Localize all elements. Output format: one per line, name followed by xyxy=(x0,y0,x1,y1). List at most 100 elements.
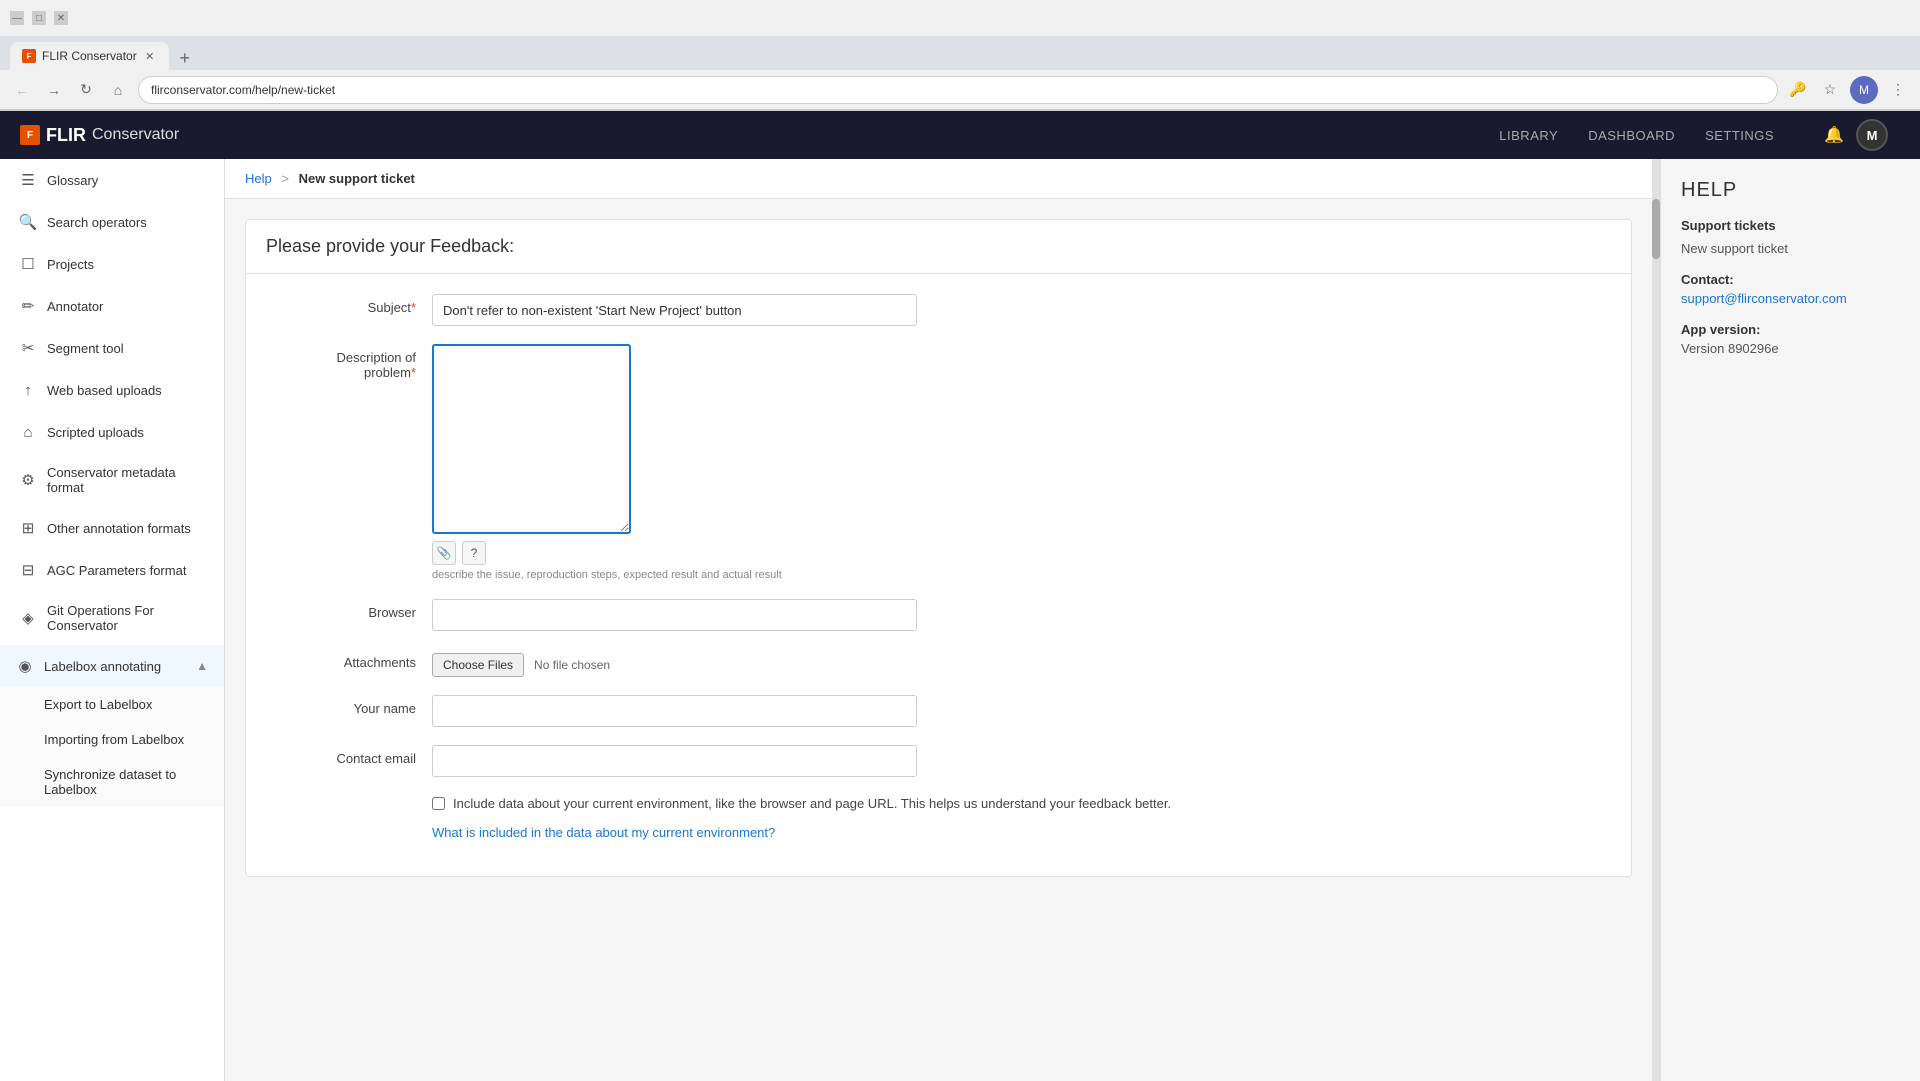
sidebar-item-annotator-label: Annotator xyxy=(47,299,103,314)
help-new-ticket-link[interactable]: New support ticket xyxy=(1681,241,1900,256)
close-tab-icon[interactable]: ✕ xyxy=(143,49,157,63)
sidebar-item-web-uploads[interactable]: ↑ Web based uploads xyxy=(0,369,224,411)
no-file-text: No file chosen xyxy=(534,658,610,672)
sidebar-item-agc-parameters-label: AGC Parameters format xyxy=(47,563,186,578)
new-tab-button[interactable]: + xyxy=(173,46,197,70)
environment-checkbox-row: Include data about your current environm… xyxy=(432,795,1601,813)
sidebar-item-search-operators-label: Search operators xyxy=(47,215,147,230)
minimize-button[interactable]: — xyxy=(10,11,24,25)
nav-right: 🔔 M xyxy=(1824,119,1900,151)
other-annotation-icon: ⊞ xyxy=(19,519,37,537)
sidebar-item-segment-tool[interactable]: ✂ Segment tool xyxy=(0,327,224,369)
help-version-label: App version: xyxy=(1681,322,1900,337)
sidebar-item-agc-parameters[interactable]: ⊟ AGC Parameters format xyxy=(0,549,224,591)
sidebar-item-web-uploads-label: Web based uploads xyxy=(47,383,162,398)
help-contact-label: Contact: xyxy=(1681,272,1900,287)
sidebar-subitem-export-labelbox[interactable]: Export to Labelbox xyxy=(0,687,224,722)
form-container: Please provide your Feedback: Subject* xyxy=(225,199,1652,897)
sidebar-item-labelbox-annotating[interactable]: ◉ Labelbox annotating ▲ xyxy=(0,645,224,687)
sidebar-item-scripted-uploads[interactable]: ⌂ Scripted uploads xyxy=(0,411,224,453)
sidebar-item-conservator-metadata-label: Conservator metadata format xyxy=(47,465,208,495)
nav-links: LIBRARY DASHBOARD SETTINGS xyxy=(1499,128,1774,143)
tab-title: FLIR Conservator xyxy=(42,49,137,63)
contact-email-label: Contact email xyxy=(276,745,416,766)
sidebar-item-search-operators[interactable]: 🔍 Search operators xyxy=(0,201,224,243)
profile-icon[interactable]: M xyxy=(1850,76,1878,104)
breadcrumb-parent-link[interactable]: Help xyxy=(245,171,272,186)
segment-tool-icon: ✂ xyxy=(19,339,37,357)
environment-checkbox[interactable] xyxy=(432,797,445,810)
refresh-button[interactable]: ↻ xyxy=(74,78,98,102)
environment-info-link[interactable]: What is included in the data about my cu… xyxy=(432,825,775,840)
contact-email-input[interactable] xyxy=(432,745,917,777)
search-operators-icon: 🔍 xyxy=(19,213,37,231)
file-input-wrapper: Choose Files No file chosen xyxy=(432,653,610,677)
sidebar-subitem-synchronize-dataset[interactable]: Synchronize dataset to Labelbox xyxy=(0,757,224,807)
scripted-uploads-icon: ⌂ xyxy=(19,423,37,441)
projects-icon: ☐ xyxy=(19,255,37,273)
maximize-button[interactable]: □ xyxy=(32,11,46,25)
sidebar-item-other-annotation-label: Other annotation formats xyxy=(47,521,191,536)
back-button[interactable]: ← xyxy=(10,78,34,102)
git-operations-icon: ◈ xyxy=(19,609,37,627)
logo-icon: F xyxy=(20,125,40,145)
address-bar-input[interactable] xyxy=(138,76,1778,104)
sidebar-item-conservator-metadata[interactable]: ⚙ Conservator metadata format xyxy=(0,453,224,507)
logo-flir: FLIR xyxy=(46,125,86,146)
help-icon[interactable]: ? xyxy=(462,541,486,565)
home-button[interactable]: ⌂ xyxy=(106,78,130,102)
sidebar-item-glossary[interactable]: ☰ Glossary xyxy=(0,159,224,201)
main-area: ☰ Glossary 🔍 Search operators ☐ Projects… xyxy=(0,159,1920,1081)
sidebar-item-annotator[interactable]: ✏ Annotator xyxy=(0,285,224,327)
logo-conservator: Conservator xyxy=(92,126,179,144)
subject-input[interactable] xyxy=(432,294,917,326)
browser-row: Browser xyxy=(276,599,1601,631)
sidebar-item-projects[interactable]: ☐ Projects xyxy=(0,243,224,285)
user-avatar[interactable]: M xyxy=(1856,119,1888,151)
sidebar-item-labelbox-label: Labelbox annotating xyxy=(44,659,161,674)
agc-parameters-icon: ⊟ xyxy=(19,561,37,579)
attachments-row: Attachments Choose Files No file chosen xyxy=(276,649,1601,677)
description-wrapper: 📎 ? describe the issue, reproduction ste… xyxy=(432,344,917,581)
checkbox-label: Include data about your current environm… xyxy=(453,795,1171,813)
chevron-up-icon: ▲ xyxy=(196,659,208,673)
breadcrumb-separator: > xyxy=(281,171,289,186)
textarea-toolbar: 📎 ? xyxy=(432,541,917,565)
your-name-label: Your name xyxy=(276,695,416,716)
conservator-metadata-icon: ⚙ xyxy=(19,471,37,489)
sidebar-item-other-annotation[interactable]: ⊞ Other annotation formats xyxy=(0,507,224,549)
breadcrumb-current: New support ticket xyxy=(299,171,415,186)
nav-settings[interactable]: SETTINGS xyxy=(1705,128,1774,143)
nav-library[interactable]: LIBRARY xyxy=(1499,128,1558,143)
sidebar-subitem-import-labelbox[interactable]: Importing from Labelbox xyxy=(0,722,224,757)
key-icon[interactable]: 🔑 xyxy=(1786,78,1810,102)
app-logo: F FLIR Conservator xyxy=(20,125,179,146)
close-button[interactable]: ✕ xyxy=(54,11,68,25)
browser-tab[interactable]: F FLIR Conservator ✕ xyxy=(10,42,169,70)
choose-files-button[interactable]: Choose Files xyxy=(432,653,524,677)
forward-button[interactable]: → xyxy=(42,78,66,102)
help-panel: HELP Support tickets New support ticket … xyxy=(1660,159,1920,1081)
contact-email-row: Contact email xyxy=(276,745,1601,777)
more-options-icon[interactable]: ⋮ xyxy=(1886,78,1910,102)
your-name-row: Your name xyxy=(276,695,1601,727)
browser-input[interactable] xyxy=(432,599,917,631)
attach-icon[interactable]: 📎 xyxy=(432,541,456,565)
nav-dashboard[interactable]: DASHBOARD xyxy=(1588,128,1675,143)
description-row: Description ofproblem* 📎 ? describe the … xyxy=(276,344,1601,581)
help-contact-email[interactable]: support@flirconservator.com xyxy=(1681,291,1847,306)
help-version-value: Version 890296e xyxy=(1681,341,1900,356)
labelbox-icon: ◉ xyxy=(16,657,34,675)
browser-label: Browser xyxy=(276,599,416,620)
subject-label: Subject* xyxy=(276,294,416,315)
sidebar-item-git-operations[interactable]: ◈ Git Operations For Conservator xyxy=(0,591,224,645)
description-textarea[interactable] xyxy=(432,344,631,534)
star-icon[interactable]: ☆ xyxy=(1818,78,1842,102)
content-area: Help > New support ticket Please provide… xyxy=(225,159,1652,1081)
description-label: Description ofproblem* xyxy=(276,344,416,380)
notification-icon[interactable]: 🔔 xyxy=(1824,125,1844,145)
subject-row: Subject* xyxy=(276,294,1601,326)
sidebar-item-projects-label: Projects xyxy=(47,257,94,272)
your-name-input[interactable] xyxy=(432,695,917,727)
scroll-thumb[interactable] xyxy=(1652,199,1660,259)
